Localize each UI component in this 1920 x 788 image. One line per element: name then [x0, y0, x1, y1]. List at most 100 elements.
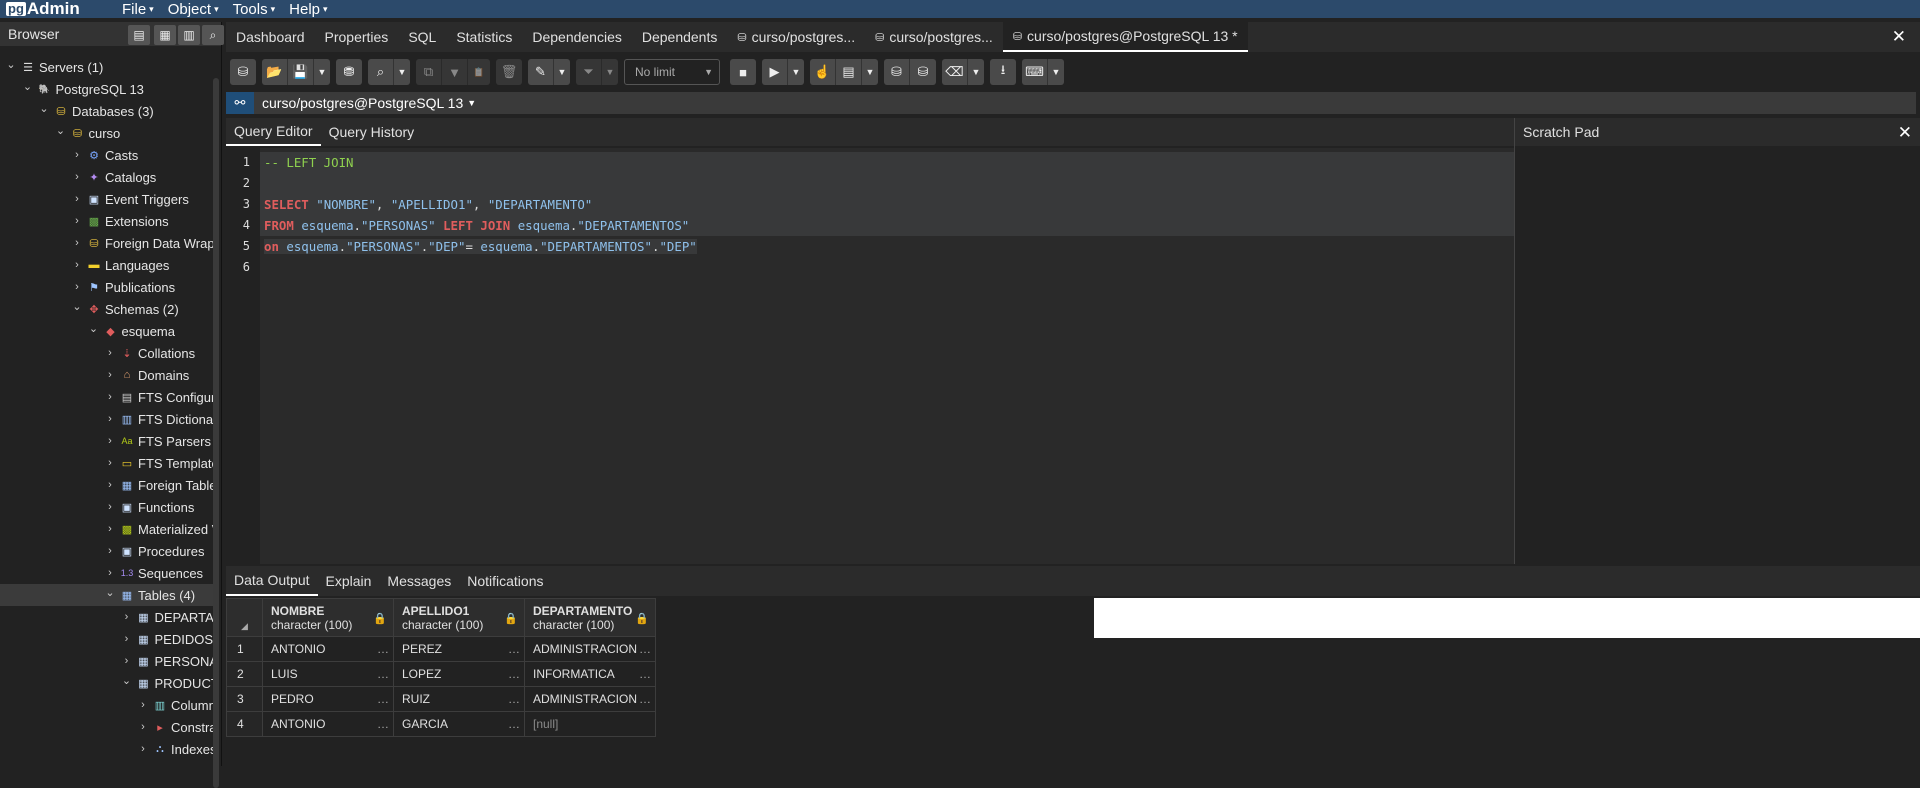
- table-cell[interactable]: GARCIA…: [393, 711, 525, 737]
- tree-item-event-triggers[interactable]: › ▣ Event Triggers: [0, 188, 218, 210]
- chevron-right-icon[interactable]: ›: [120, 611, 134, 623]
- row-number[interactable]: 3: [226, 686, 263, 712]
- table-cell[interactable]: PEDRO…: [262, 686, 394, 712]
- chevron-right-icon[interactable]: ›: [136, 743, 150, 755]
- table-cell[interactable]: [null]: [524, 711, 656, 737]
- view-data-button[interactable]: ▦: [154, 25, 176, 45]
- tab-dependencies[interactable]: Dependencies: [522, 22, 632, 52]
- tree-item-casts[interactable]: › ⚙ Casts: [0, 144, 218, 166]
- save-icon[interactable]: 💾: [288, 59, 314, 85]
- tree-item-fts-configurations[interactable]: › ▤ FTS Configurations: [0, 386, 218, 408]
- tree-scrollbar[interactable]: [213, 78, 219, 788]
- chevron-right-icon[interactable]: ›: [136, 721, 150, 733]
- search-icon[interactable]: ⌕: [368, 59, 394, 85]
- tree-item-domains[interactable]: › ⌂ Domains: [0, 364, 218, 386]
- tree-item-functions[interactable]: › ▣ Functions: [0, 496, 218, 518]
- clear-group[interactable]: ⌫ ▼: [942, 59, 984, 85]
- expand-icon[interactable]: …: [508, 667, 520, 681]
- chevron-right-icon[interactable]: ›: [70, 281, 84, 293]
- expand-icon[interactable]: …: [377, 717, 389, 731]
- chevron-down-icon[interactable]: ⌄: [37, 102, 51, 115]
- chevron-right-icon[interactable]: ›: [103, 501, 117, 513]
- copy-dropdown-icon[interactable]: ▼: [442, 59, 468, 85]
- paste-icon[interactable]: 📋: [468, 59, 490, 85]
- copy-icon[interactable]: ⧉: [416, 59, 442, 85]
- tree-item-departamentos[interactable]: › ▦ DEPARTAMENTOS: [0, 606, 218, 628]
- grid-corner[interactable]: ◢: [226, 598, 263, 637]
- limit-select[interactable]: No limit ▼: [624, 59, 720, 85]
- copy-group[interactable]: ⧉ ▼ 📋: [416, 59, 490, 85]
- tree-item-tables-4[interactable]: ⌄ ▦ Tables (4): [0, 584, 218, 606]
- chevron-right-icon[interactable]: ›: [103, 567, 117, 579]
- play-icon[interactable]: ▶: [762, 59, 788, 85]
- open-file-group[interactable]: 📂 💾 ▼: [262, 59, 330, 85]
- tab-statistics[interactable]: Statistics: [446, 22, 522, 52]
- table-row[interactable]: 3 PEDRO… RUIZ… ADMINISTRACION…: [226, 686, 656, 712]
- table-cell[interactable]: PEREZ…: [393, 636, 525, 662]
- clear-dropdown-icon[interactable]: ▼: [968, 59, 984, 85]
- table-cell[interactable]: LOPEZ…: [393, 661, 525, 687]
- commit-icon[interactable]: ⛁: [884, 59, 910, 85]
- hand-icon[interactable]: ☝: [810, 59, 836, 85]
- table-cell[interactable]: ANTONIO…: [262, 636, 394, 662]
- tree-item-sequences[interactable]: › 1.3 Sequences: [0, 562, 218, 584]
- database-icon-button[interactable]: ⛁: [230, 59, 256, 85]
- close-icon[interactable]: ✕: [1898, 123, 1912, 143]
- find-dropdown-icon[interactable]: ▼: [394, 59, 410, 85]
- tab-dashboard[interactable]: Dashboard: [226, 22, 315, 52]
- object-properties-button[interactable]: ▤: [128, 25, 150, 45]
- table-row[interactable]: 4 ANTONIO … GARCIA … [null]: [226, 711, 656, 737]
- expand-icon[interactable]: …: [639, 692, 651, 706]
- chevron-down-icon[interactable]: ⌄: [120, 674, 134, 687]
- tree-item-publications[interactable]: › ⚑ Publications: [0, 276, 218, 298]
- tree-item-constraints[interactable]: › ▸ Constraints: [0, 716, 218, 738]
- tree-item-fts-dictionaries[interactable]: › ▥ FTS Dictionaries: [0, 408, 218, 430]
- column-header-departamento[interactable]: DEPARTAMENTO character (100) 🔒: [524, 598, 656, 637]
- row-number[interactable]: 2: [226, 661, 263, 687]
- chevron-down-icon[interactable]: ⌄: [70, 300, 84, 313]
- tree-item-procedures[interactable]: › ▣ Procedures: [0, 540, 218, 562]
- filter-dropdown-icon[interactable]: ▼: [602, 59, 618, 85]
- row-number[interactable]: 1: [226, 636, 263, 662]
- tab-query-tool-7[interactable]: ⛁ curso/postgres...: [865, 22, 1003, 52]
- scratch-pad[interactable]: Scratch Pad ✕: [1514, 118, 1920, 564]
- sql-editor[interactable]: 1 2 3 4 5 6 -- LEFT JOIN SELECT "NOMBRE", "AP…: [226, 148, 1514, 564]
- connection-bar[interactable]: ⚯ curso/postgres@PostgreSQL 13 ▼: [226, 92, 1916, 114]
- tree-item-personas[interactable]: › ▦ PERSONAS: [0, 650, 218, 672]
- explain-group[interactable]: ☝ ▤ ▼: [810, 59, 878, 85]
- chevron-right-icon[interactable]: ›: [103, 369, 117, 381]
- tree-item-languages[interactable]: › ▬ Languages: [0, 254, 218, 276]
- tree-item-esquema[interactable]: ⌄ ◆ esquema: [0, 320, 218, 342]
- column-header-nombre[interactable]: NOMBRE character (100) 🔒: [262, 598, 394, 637]
- tree-item-servers-1[interactable]: ⌄ ☰ Servers (1): [0, 56, 218, 78]
- table-row[interactable]: 2 LUIS… LOPEZ… INFORMATICA…: [226, 661, 656, 687]
- chevron-right-icon[interactable]: ›: [103, 435, 117, 447]
- chevron-right-icon[interactable]: ›: [120, 655, 134, 667]
- chevron-right-icon[interactable]: ›: [103, 391, 117, 403]
- tree-item-materialized-views[interactable]: › ▩ Materialized Views: [0, 518, 218, 540]
- chevron-right-icon[interactable]: ›: [70, 171, 84, 183]
- table-cell[interactable]: ADMINISTRACION…: [524, 636, 656, 662]
- chevron-down-icon[interactable]: ⌄: [4, 58, 18, 71]
- chevron-right-icon[interactable]: ›: [70, 193, 84, 205]
- tree-item-fts-parsers[interactable]: › Aa FTS Parsers: [0, 430, 218, 452]
- chevron-down-icon[interactable]: ⌄: [87, 322, 101, 335]
- chevron-down-icon[interactable]: ⌄: [54, 124, 68, 137]
- menu-help[interactable]: Help ▾: [289, 1, 327, 18]
- chevron-right-icon[interactable]: ›: [120, 633, 134, 645]
- code-area[interactable]: -- LEFT JOIN SELECT "NOMBRE", "APELLIDO1…: [260, 152, 1514, 278]
- expand-icon[interactable]: …: [639, 642, 651, 656]
- explain-dropdown-icon[interactable]: ▼: [862, 59, 878, 85]
- tab-data-output[interactable]: Data Output: [226, 566, 318, 596]
- tab-properties[interactable]: Properties: [315, 22, 399, 52]
- chevron-down-icon[interactable]: ⌄: [103, 586, 117, 599]
- filtered-rows-button[interactable]: ▥: [178, 25, 200, 45]
- find-group[interactable]: ⌕ ▼: [368, 59, 410, 85]
- edit-dropdown-icon[interactable]: ▼: [554, 59, 570, 85]
- table-cell[interactable]: RUIZ…: [393, 686, 525, 712]
- column-header-apellido1[interactable]: APELLIDO1 character (100) 🔒: [393, 598, 525, 637]
- edit-icon[interactable]: ✎: [528, 59, 554, 85]
- filter-icon[interactable]: ⏷: [576, 59, 602, 85]
- close-tab-icon[interactable]: ✕: [1892, 27, 1906, 47]
- menu-file[interactable]: File ▾: [122, 1, 154, 18]
